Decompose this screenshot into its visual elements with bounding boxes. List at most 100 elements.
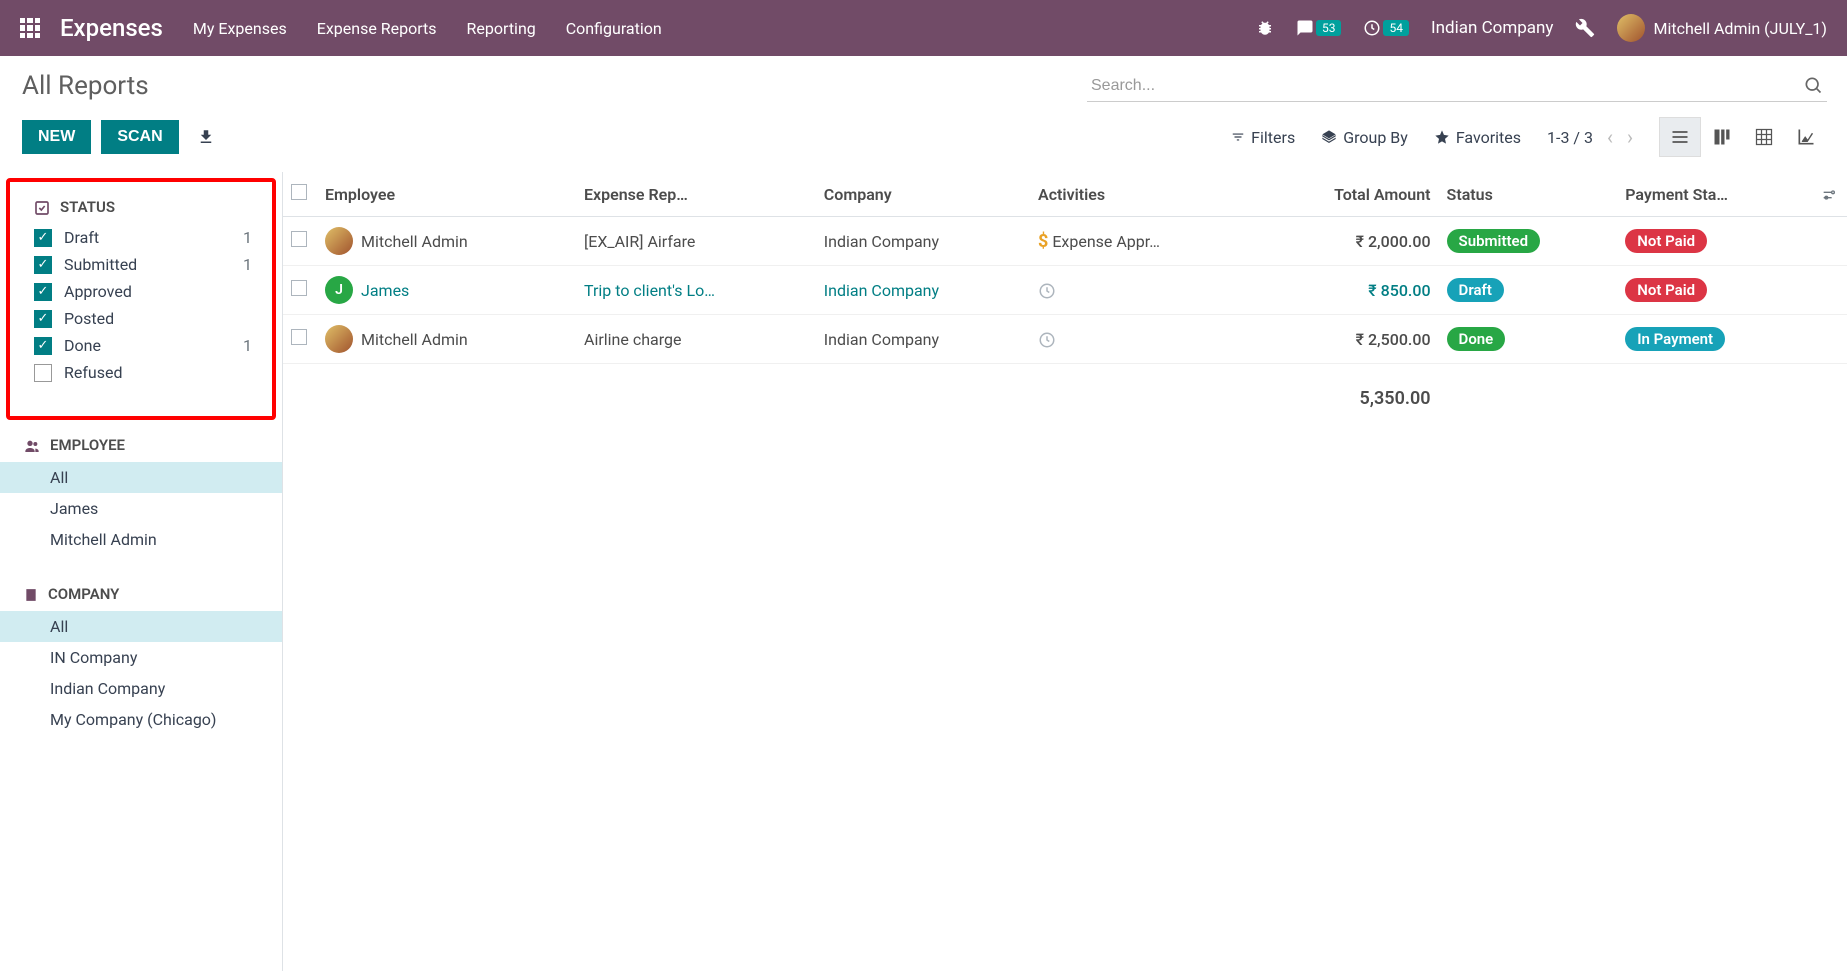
star-icon — [1434, 129, 1450, 145]
status-filter-item[interactable]: ✓Draft1 — [10, 224, 272, 251]
header-activities[interactable]: Activities — [1030, 172, 1255, 217]
navbar-right: 53 54 Indian Company Mitchell Admin (JUL… — [1256, 14, 1827, 42]
company-header[interactable]: COMPANY — [0, 575, 282, 611]
search-icon[interactable] — [1803, 75, 1823, 95]
employee-name: Mitchell Admin — [361, 232, 468, 251]
building-icon — [24, 585, 38, 603]
user-avatar — [1617, 14, 1645, 42]
table-row[interactable]: Mitchell Admin Airline charge Indian Com… — [283, 315, 1847, 364]
header-total[interactable]: Total Amount — [1255, 172, 1438, 217]
company-selector[interactable]: Indian Company — [1431, 18, 1553, 38]
clock-icon[interactable] — [1038, 329, 1056, 350]
view-pivot-icon[interactable] — [1743, 117, 1785, 157]
pager-text[interactable]: 1-3 / 3 — [1547, 128, 1593, 147]
table-row[interactable]: JJames Trip to client's Lo… Indian Compa… — [283, 266, 1847, 315]
messages-icon[interactable]: 53 — [1296, 19, 1342, 37]
employee-name: James — [361, 281, 409, 300]
header-report[interactable]: Expense Rep… — [576, 172, 816, 217]
payment-badge: Not Paid — [1625, 229, 1707, 253]
new-button[interactable]: NEW — [22, 120, 91, 154]
row-checkbox[interactable] — [283, 315, 317, 364]
apps-grid-icon[interactable] — [20, 18, 40, 38]
main-menu: My Expenses Expense Reports Reporting Co… — [193, 19, 1236, 38]
row-checkbox[interactable] — [283, 266, 317, 315]
dollar-icon[interactable]: $ — [1038, 231, 1048, 252]
user-menu[interactable]: Mitchell Admin (JULY_1) — [1617, 14, 1827, 42]
checkbox-icon — [34, 198, 50, 216]
main-area: STATUS ✓Draft1✓Submitted1✓Approved✓Poste… — [0, 172, 1847, 971]
top-navbar: Expenses My Expenses Expense Reports Rep… — [0, 0, 1847, 56]
employee-name: Mitchell Admin — [361, 330, 468, 349]
employee-header[interactable]: EMPLOYEE — [0, 426, 282, 462]
employee-section: EMPLOYEE AllJamesMitchell Admin — [0, 426, 282, 555]
status-label: Submitted — [64, 255, 243, 274]
activities-badge: 54 — [1383, 20, 1409, 36]
menu-my-expenses[interactable]: My Expenses — [193, 19, 287, 38]
pager-next-icon[interactable]: › — [1627, 125, 1633, 149]
checkbox-icon: ✓ — [34, 229, 52, 247]
user-name: Mitchell Admin (JULY_1) — [1653, 19, 1827, 38]
employee-filter-item[interactable]: Mitchell Admin — [0, 524, 282, 555]
avatar — [325, 325, 353, 353]
checkbox-icon: ✓ — [34, 256, 52, 274]
header-settings-icon[interactable] — [1811, 172, 1847, 217]
scan-button[interactable]: SCAN — [101, 120, 178, 154]
status-filter-item[interactable]: ✓Done1 — [10, 332, 272, 359]
employee-filter-item[interactable]: All — [0, 462, 282, 493]
status-filter-item[interactable]: ✓Approved — [10, 278, 272, 305]
view-kanban-icon[interactable] — [1701, 117, 1743, 157]
funnel-icon — [1231, 130, 1245, 144]
payment-badge: Not Paid — [1625, 278, 1707, 302]
company-name: Indian Company — [824, 281, 939, 300]
brand-title[interactable]: Expenses — [60, 14, 163, 42]
messages-badge: 53 — [1316, 20, 1342, 36]
employee-filter-item[interactable]: James — [0, 493, 282, 524]
layers-icon — [1321, 129, 1337, 145]
status-filter-item[interactable]: Refused — [10, 359, 272, 386]
pager: 1-3 / 3 ‹ › — [1547, 125, 1633, 149]
reports-table: Employee Expense Rep… Company Activities… — [283, 172, 1847, 433]
header-checkbox[interactable] — [283, 172, 317, 217]
status-filter-item[interactable]: ✓Submitted1 — [10, 251, 272, 278]
table-row[interactable]: Mitchell Admin [EX_AIR] Airfare Indian C… — [283, 217, 1847, 266]
header-payment[interactable]: Payment Sta… — [1617, 172, 1811, 217]
checkbox-icon: ✓ — [34, 283, 52, 301]
status-badge: Done — [1447, 327, 1506, 351]
clock-icon[interactable] — [1038, 280, 1056, 301]
report-name: Airline charge — [584, 330, 681, 349]
tools-icon[interactable] — [1575, 18, 1595, 38]
company-filter-item[interactable]: All — [0, 611, 282, 642]
filters-button[interactable]: Filters — [1231, 128, 1295, 147]
activities-icon[interactable]: 54 — [1363, 19, 1409, 37]
header-status[interactable]: Status — [1439, 172, 1618, 217]
company-filter-item[interactable]: IN Company — [0, 642, 282, 673]
search-container — [1087, 71, 1827, 102]
status-header[interactable]: STATUS — [10, 188, 272, 224]
row-checkbox[interactable] — [283, 217, 317, 266]
control-panel: All Reports NEW SCAN Filters Group By — [0, 56, 1847, 172]
status-filter-highlight: STATUS ✓Draft1✓Submitted1✓Approved✓Poste… — [6, 178, 276, 420]
total-amount: ₹ 2,500.00 — [1356, 330, 1431, 349]
company-name: Indian Company — [824, 232, 939, 251]
groupby-button[interactable]: Group By — [1321, 128, 1408, 147]
menu-configuration[interactable]: Configuration — [566, 19, 662, 38]
menu-reporting[interactable]: Reporting — [467, 19, 536, 38]
debug-icon[interactable] — [1256, 19, 1274, 37]
view-graph-icon[interactable] — [1785, 117, 1827, 157]
people-icon — [24, 436, 40, 454]
search-input[interactable] — [1087, 71, 1827, 102]
company-name: Indian Company — [824, 330, 939, 349]
view-list-icon[interactable] — [1659, 117, 1701, 157]
status-filter-item[interactable]: ✓Posted — [10, 305, 272, 332]
status-badge: Submitted — [1447, 229, 1541, 253]
pager-prev-icon[interactable]: ‹ — [1607, 125, 1613, 149]
download-icon[interactable] — [197, 128, 215, 146]
footer-total: 5,350.00 — [1255, 364, 1438, 434]
menu-expense-reports[interactable]: Expense Reports — [317, 19, 437, 38]
header-company[interactable]: Company — [816, 172, 1030, 217]
header-employee[interactable]: Employee — [317, 172, 576, 217]
avatar — [325, 227, 353, 255]
favorites-button[interactable]: Favorites — [1434, 128, 1521, 147]
company-filter-item[interactable]: My Company (Chicago) — [0, 704, 282, 735]
company-filter-item[interactable]: Indian Company — [0, 673, 282, 704]
